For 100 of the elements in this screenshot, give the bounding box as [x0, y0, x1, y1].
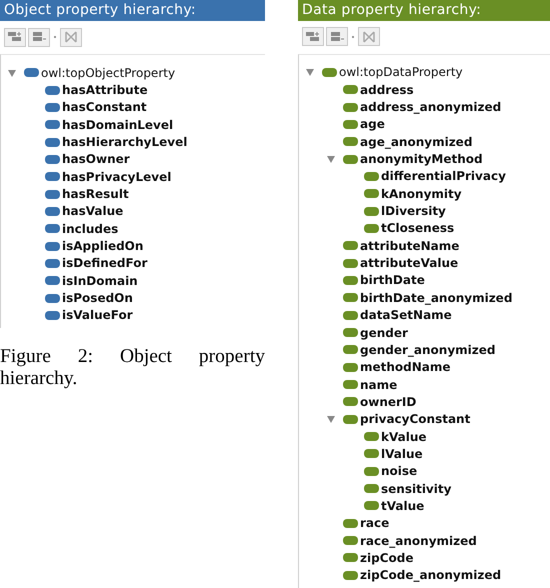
panel-title: Data property hierarchy: — [298, 0, 550, 21]
tree-item[interactable]: tValue — [381, 498, 424, 513]
property-icon — [24, 68, 39, 78]
tree-item[interactable]: methodName — [360, 360, 451, 374]
add-subproperty-button[interactable] — [4, 28, 26, 46]
tree-item[interactable]: race — [360, 516, 390, 530]
add-sibling-button[interactable] — [326, 27, 348, 46]
property-icon — [45, 224, 60, 234]
add-child-icon — [305, 30, 321, 43]
property-icon — [45, 120, 60, 130]
tree-item[interactable]: owl:topObjectProperty — [41, 66, 176, 80]
tree-item[interactable]: privacyConstant — [360, 412, 470, 426]
tree-item[interactable]: hasValue — [62, 204, 124, 218]
property-icon — [45, 258, 60, 268]
tree-item[interactable]: isInDomain — [62, 274, 138, 288]
expand-arrow-icon[interactable] — [305, 67, 315, 78]
property-icon — [343, 345, 358, 354]
tree-item[interactable]: hasConstant — [62, 100, 147, 114]
property-icon — [322, 68, 337, 77]
tree-item[interactable]: noise — [381, 464, 418, 478]
tree-item[interactable]: hasHierarchyLevel — [62, 135, 188, 150]
tree-item[interactable]: lDiversity — [381, 204, 446, 218]
expand-arrow-icon[interactable] — [326, 154, 336, 164]
property-icon — [343, 102, 358, 112]
tree-item[interactable]: zipCode_anonymized — [360, 568, 502, 582]
property-icon — [343, 328, 358, 338]
property-icon — [45, 206, 60, 216]
delete-button[interactable] — [60, 28, 82, 46]
property-icon — [343, 362, 358, 372]
property-icon — [45, 154, 60, 164]
tree-item[interactable]: attributeName — [360, 238, 460, 253]
tree-item[interactable]: isAppliedOn — [62, 239, 144, 254]
property-icon — [364, 432, 379, 442]
property-icon — [343, 276, 358, 285]
property-icon — [343, 241, 358, 250]
tree-item[interactable]: lValue — [381, 446, 423, 461]
property-icon — [45, 310, 60, 320]
property-icon — [45, 172, 60, 182]
tree-item[interactable]: hasResult — [62, 187, 129, 202]
tree-item[interactable]: kAnonymity — [381, 186, 462, 201]
expand-arrow-icon[interactable] — [7, 68, 17, 78]
property-icon — [45, 86, 60, 95]
property-icon — [343, 380, 358, 390]
tree-item[interactable]: tCloseness — [381, 221, 454, 236]
tree-item[interactable]: birthDate_anonymized — [360, 290, 512, 305]
property-icon — [343, 137, 358, 146]
tree-item[interactable]: name — [360, 378, 398, 392]
tree-item[interactable]: race_anonymized — [360, 534, 477, 548]
tree-item[interactable]: age — [360, 117, 385, 132]
add-sibling-icon — [31, 31, 47, 43]
property-icon — [45, 102, 60, 112]
property-icon — [343, 536, 358, 546]
tree-item[interactable]: ownerID — [360, 394, 416, 409]
tree-item[interactable]: hasOwner — [62, 152, 130, 166]
property-icon — [343, 570, 358, 580]
tree-item[interactable]: hasDomainLevel — [62, 118, 174, 132]
tree-item[interactable]: sensitivity — [381, 482, 452, 496]
add-sibling-button[interactable] — [28, 28, 50, 46]
tree-item[interactable]: dataSetName — [360, 308, 452, 322]
tree-item[interactable]: owl:topDataProperty — [339, 65, 463, 80]
property-icon — [364, 466, 379, 476]
tree-item[interactable]: address_anonymized — [360, 100, 502, 114]
delete-icon — [64, 31, 78, 43]
tree-item[interactable]: birthDate — [360, 273, 425, 288]
tree-item[interactable]: anonymityMethod — [360, 152, 483, 166]
tree-item[interactable]: attributeValue — [360, 256, 458, 270]
tree-item[interactable]: isPosedOn — [62, 291, 133, 306]
tree-item[interactable]: isDefinedFor — [62, 256, 148, 270]
tree-item[interactable]: isValueFor — [62, 308, 133, 322]
tree-item[interactable]: includes — [62, 222, 118, 236]
property-icon — [364, 501, 379, 510]
tree-item[interactable]: gender_anonymized — [360, 342, 496, 357]
property-icon — [343, 293, 358, 302]
tree-item[interactable]: differentialPrivacy — [381, 169, 506, 184]
tree-item[interactable]: hasPrivacyLevel — [62, 170, 172, 184]
tree-item[interactable]: kValue — [381, 430, 427, 444]
property-icon — [343, 120, 358, 129]
add-sibling-icon — [329, 30, 345, 43]
property-icon — [364, 449, 379, 458]
add-child-icon — [7, 31, 23, 43]
add-subproperty-button[interactable] — [302, 27, 324, 46]
delete-button[interactable] — [358, 27, 380, 46]
property-icon — [45, 276, 60, 286]
property-icon — [45, 294, 60, 303]
property-icon — [45, 138, 60, 147]
property-icon — [364, 172, 379, 181]
property-icon — [343, 258, 358, 268]
property-icon — [364, 189, 379, 198]
property-icon — [343, 518, 358, 528]
property-icon — [364, 224, 379, 233]
tree-item[interactable]: address — [360, 82, 414, 97]
expand-arrow-icon[interactable] — [326, 414, 336, 424]
tree-item[interactable]: age_anonymized — [360, 134, 472, 149]
property-icon — [364, 484, 379, 494]
property-icon — [45, 190, 60, 199]
tree-item[interactable]: zipCode — [360, 550, 414, 565]
tree-item[interactable]: hasAttribute — [62, 83, 148, 98]
property-icon — [343, 414, 358, 424]
tree-item[interactable]: gender — [360, 326, 408, 340]
property-icon — [343, 154, 358, 164]
